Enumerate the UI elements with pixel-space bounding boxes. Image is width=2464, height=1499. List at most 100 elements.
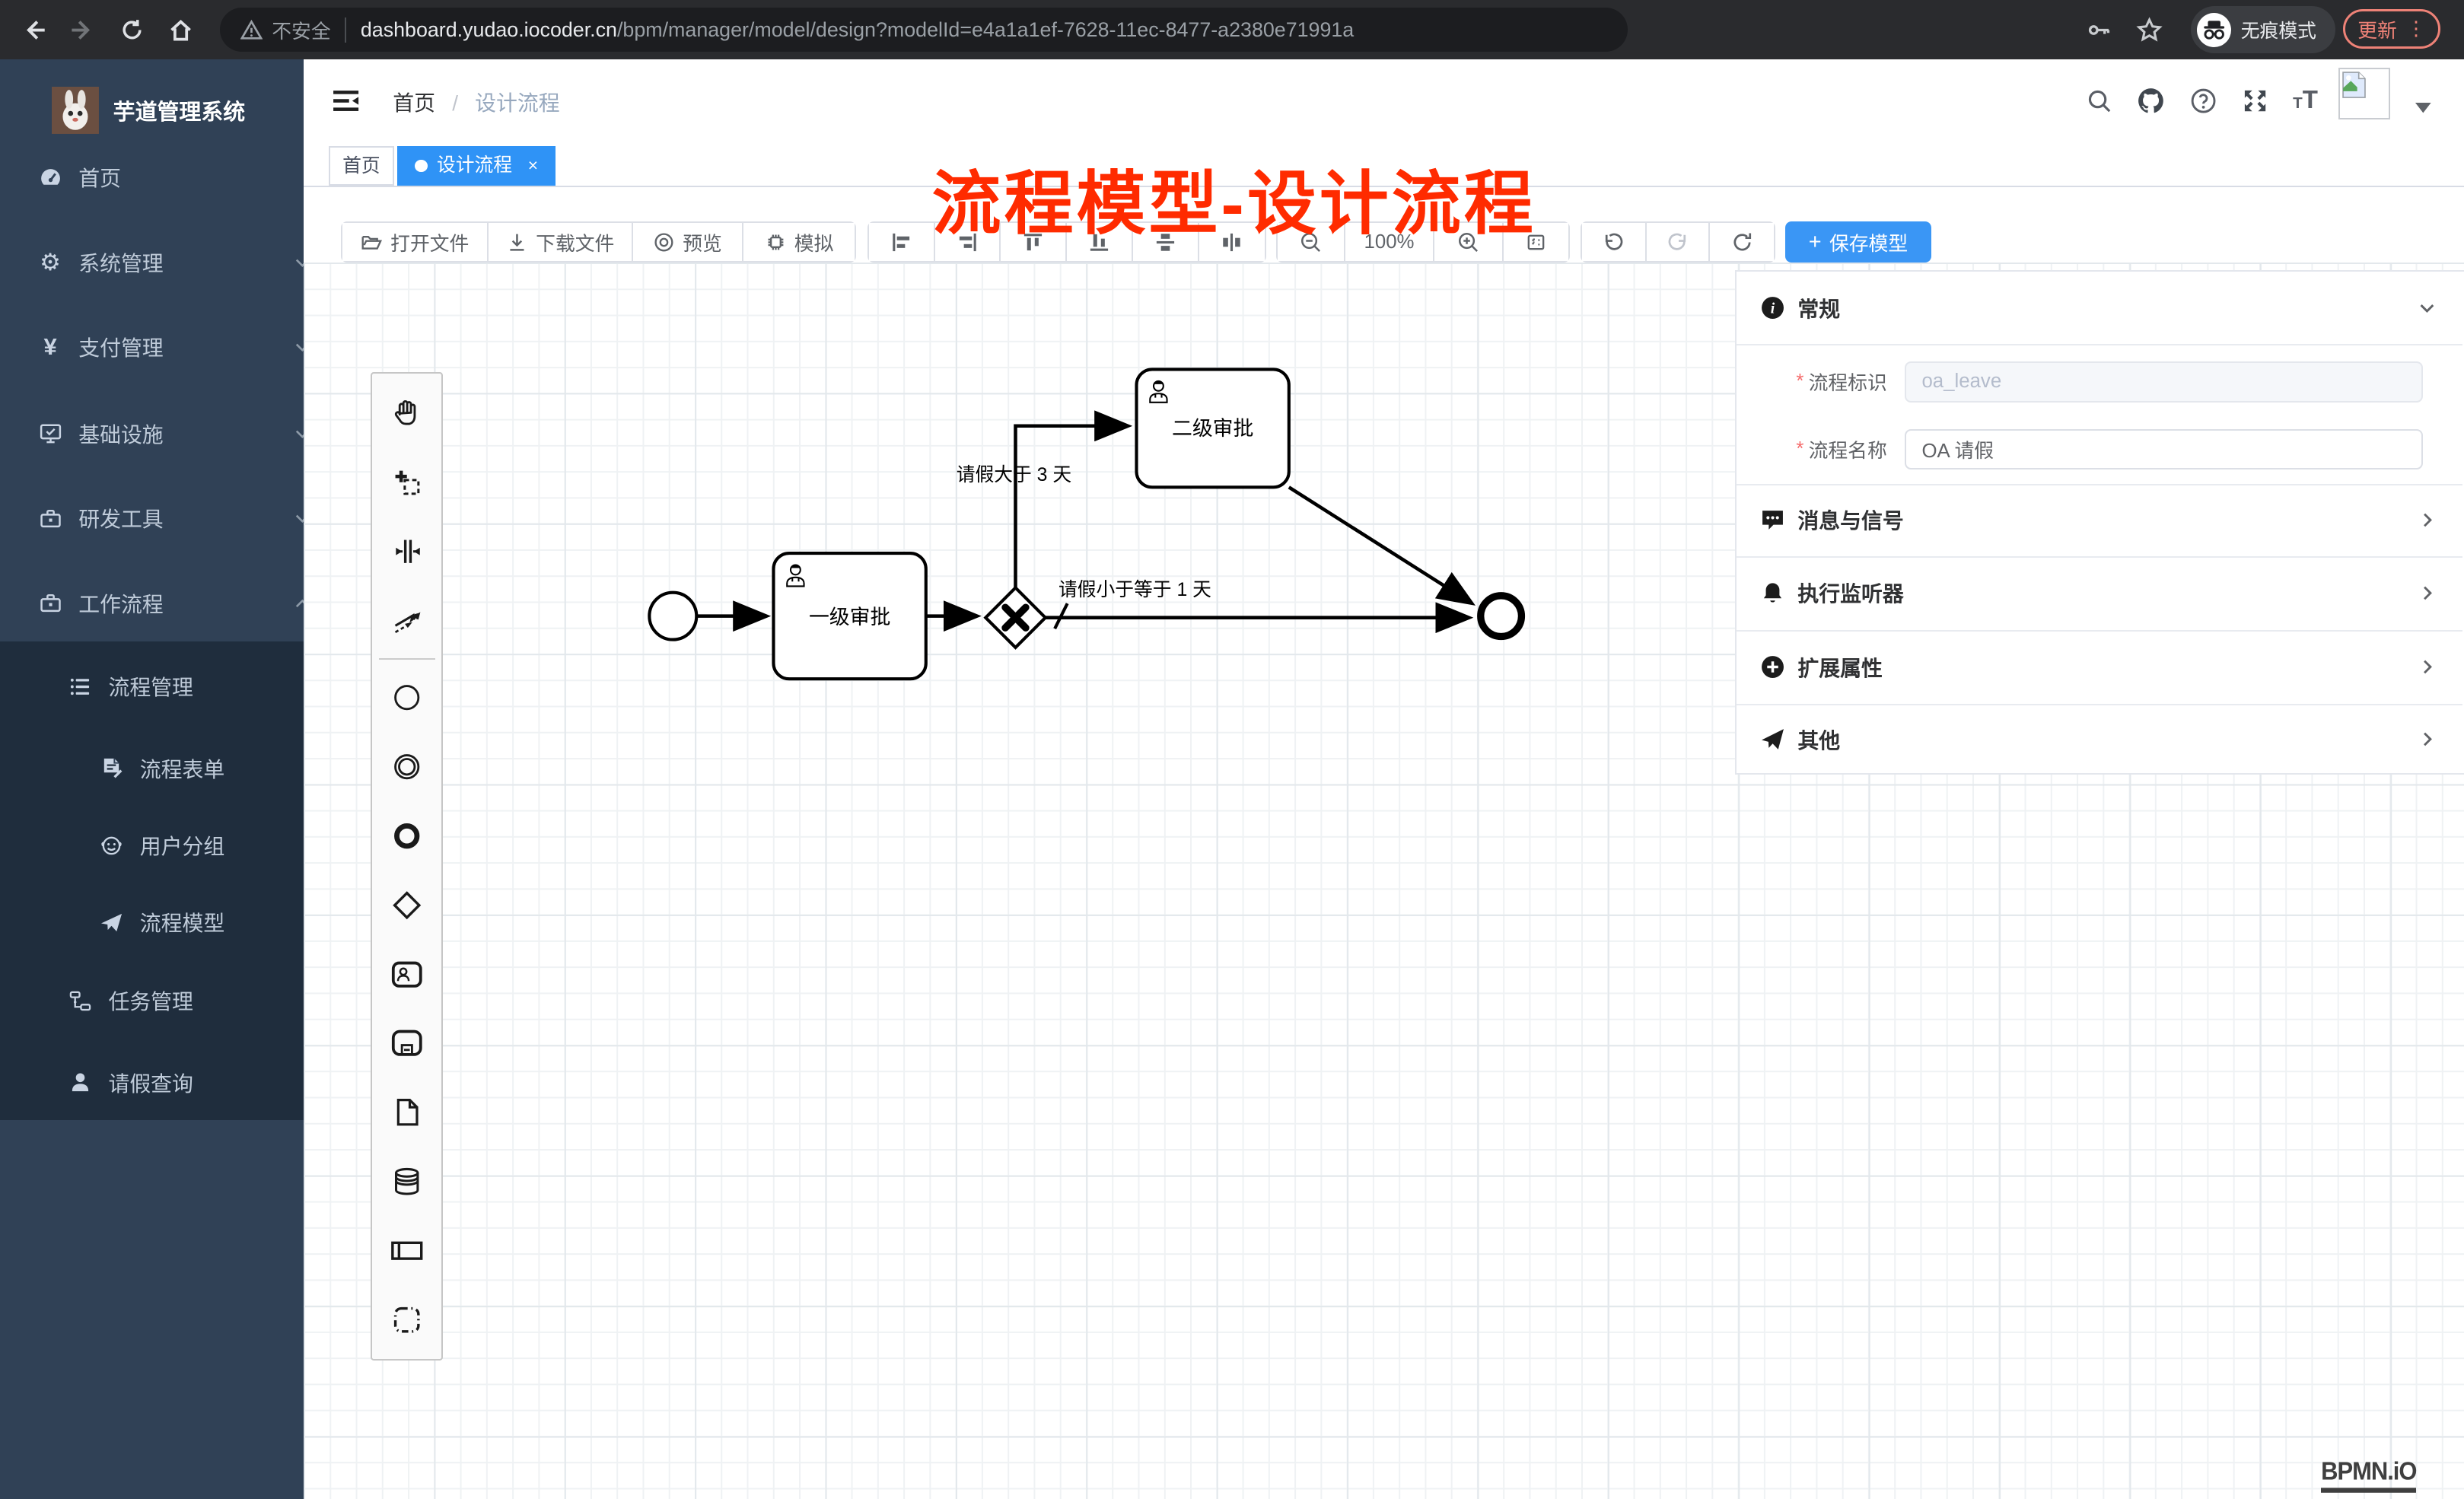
- dashboard-icon: [36, 165, 64, 190]
- sidebar-item-system[interactable]: ⚙ 系统管理: [0, 223, 339, 301]
- save-model-button[interactable]: + 保存模型: [1785, 221, 1931, 263]
- caret-down-icon[interactable]: [2406, 91, 2440, 126]
- section-other[interactable]: 其他: [1737, 704, 2462, 775]
- bookmark-star-icon[interactable]: [2134, 14, 2165, 46]
- breadcrumb-separator: /: [452, 91, 458, 115]
- create-data-store[interactable]: [371, 1147, 443, 1216]
- incognito-label: 无痕模式: [2241, 16, 2316, 43]
- undo-button[interactable]: [1582, 223, 1647, 261]
- key-icon[interactable]: [2084, 14, 2115, 46]
- tab-design-process[interactable]: 设计流程 ×: [397, 146, 555, 186]
- button-label: 下载文件: [536, 228, 614, 256]
- process-key-input[interactable]: [1905, 361, 2423, 403]
- field-label: 流程标识: [1809, 368, 1887, 396]
- condition-label-gt3[interactable]: 请假大于 3 天: [956, 464, 1071, 485]
- hand-tool[interactable]: [371, 379, 443, 448]
- create-participant[interactable]: [371, 1216, 443, 1285]
- fullscreen-icon[interactable]: [2238, 83, 2272, 117]
- back-icon[interactable]: [19, 14, 50, 46]
- security-label[interactable]: 不安全: [272, 16, 330, 44]
- button-label: 保存模型: [1829, 228, 1908, 256]
- sidebar-item-home[interactable]: 首页: [0, 138, 339, 217]
- simulate-button[interactable]: 模拟: [743, 223, 855, 261]
- avatar[interactable]: [2338, 68, 2390, 119]
- section-title: 执行监听器: [1797, 578, 1903, 608]
- create-intermediate-event[interactable]: [371, 732, 443, 801]
- active-dot-icon: [415, 160, 428, 173]
- more-menu-icon[interactable]: ⋮: [2406, 18, 2426, 40]
- sidebar-item-infrastructure[interactable]: 基础设施: [0, 394, 339, 473]
- global-connect-tool[interactable]: [371, 586, 443, 655]
- chevron-down-icon: [2417, 298, 2437, 318]
- properties-panel: i 常规 * 流程标识 * 流程名称 消息与信号: [1735, 270, 2464, 775]
- url-host: dashboard.yudao.iocoder.cn: [361, 18, 617, 42]
- gear-icon: ⚙: [36, 249, 64, 276]
- preview-button[interactable]: 预览: [633, 223, 743, 261]
- create-data-object[interactable]: [371, 1078, 443, 1147]
- close-icon[interactable]: ×: [528, 147, 538, 185]
- info-icon: i: [1760, 295, 1785, 320]
- github-icon[interactable]: [2134, 83, 2168, 117]
- sidebar-item-devtools[interactable]: 研发工具: [0, 479, 339, 558]
- download-file-button[interactable]: 下载文件: [489, 223, 633, 261]
- section-execution-listener[interactable]: 执行监听器: [1737, 556, 2462, 630]
- flow-tree-icon: [66, 989, 94, 1013]
- flow-task2-to-end[interactable]: [1288, 487, 1469, 602]
- exclusive-gateway[interactable]: [985, 587, 1045, 647]
- process-name-input[interactable]: [1905, 429, 2423, 470]
- user-task-level2[interactable]: 二级审批: [1136, 369, 1288, 487]
- field-process-name-label: * 流程名称: [1796, 429, 1886, 470]
- breadcrumb-home[interactable]: 首页: [393, 91, 435, 115]
- reload-icon[interactable]: [116, 14, 148, 46]
- update-button[interactable]: 更新 ⋮: [2343, 9, 2440, 49]
- search-icon[interactable]: [2082, 83, 2116, 117]
- sidebar-item-label: 任务管理: [108, 985, 193, 1016]
- section-title: 扩展属性: [1797, 652, 1882, 683]
- create-gateway[interactable]: [371, 870, 443, 940]
- flow-gateway-to-task2[interactable]: [1015, 426, 1125, 588]
- font-size-icon[interactable]: TT: [2288, 83, 2322, 117]
- bpmn-io-logo[interactable]: BPMN.iO: [2321, 1457, 2416, 1494]
- sidebar-item-workflow[interactable]: 工作流程: [0, 564, 339, 642]
- button-label: 预览: [683, 228, 722, 256]
- redo-icon: [1666, 231, 1689, 254]
- create-end-event[interactable]: [371, 801, 443, 870]
- send-icon: [97, 911, 126, 934]
- collapse-sidebar-icon[interactable]: [329, 83, 363, 117]
- sidebar-item-payment[interactable]: ¥ 支付管理: [0, 308, 339, 387]
- chevron-right-icon: [2417, 657, 2437, 677]
- help-icon[interactable]: [2186, 83, 2220, 117]
- section-title: 常规: [1797, 293, 1840, 323]
- open-file-button[interactable]: 打开文件: [342, 223, 489, 261]
- logo-image: [52, 87, 99, 134]
- sidebar-item-label: 用户分组: [140, 830, 224, 861]
- forward-icon[interactable]: [66, 14, 97, 46]
- end-event[interactable]: [1480, 596, 1521, 637]
- section-extended-attributes[interactable]: 扩展属性: [1737, 630, 2462, 704]
- chevron-right-icon: [2417, 729, 2437, 750]
- tab-home[interactable]: 首页: [329, 146, 395, 186]
- create-start-event[interactable]: [371, 663, 443, 732]
- section-general[interactable]: i 常规: [1737, 272, 2462, 344]
- folder-icon: [361, 231, 383, 253]
- create-user-task[interactable]: [371, 940, 443, 1009]
- incognito-badge: 无痕模式: [2191, 6, 2335, 53]
- create-group[interactable]: [371, 1285, 443, 1354]
- monitor-icon: [36, 421, 64, 446]
- sidebar-item-label: 支付管理: [78, 332, 163, 362]
- url-bar[interactable]: 不安全 dashboard.yudao.iocoder.cn/bpm/manag…: [220, 8, 1628, 52]
- lasso-tool[interactable]: [371, 447, 443, 517]
- message-icon: [1760, 508, 1785, 532]
- home-icon[interactable]: [165, 14, 196, 46]
- create-subprocess[interactable]: [371, 1009, 443, 1078]
- space-tool[interactable]: [371, 517, 443, 586]
- sidebar-item-label: 研发工具: [78, 503, 163, 533]
- task-label: 二级审批: [1172, 417, 1253, 440]
- user-task-level1[interactable]: 一级审批: [773, 553, 925, 679]
- align-left-button[interactable]: [869, 223, 935, 261]
- start-event[interactable]: [649, 593, 696, 640]
- section-message-signal[interactable]: 消息与信号: [1737, 484, 2462, 556]
- restart-button[interactable]: [1710, 223, 1775, 261]
- condition-label-le1[interactable]: 请假小于等于 1 天: [1059, 579, 1211, 600]
- redo-button[interactable]: [1647, 223, 1710, 261]
